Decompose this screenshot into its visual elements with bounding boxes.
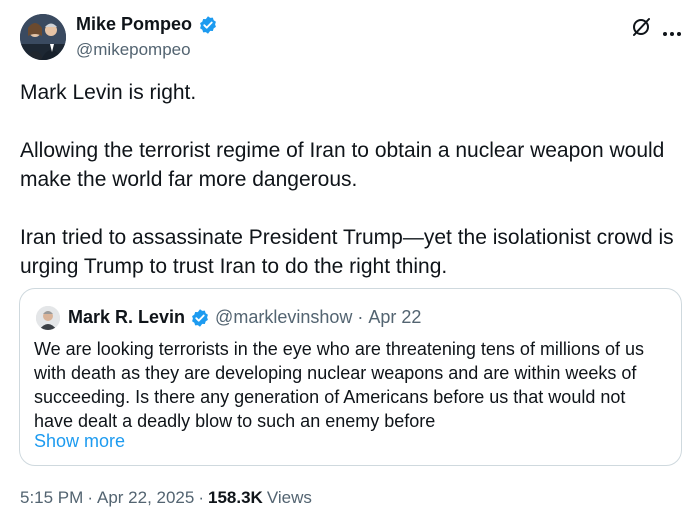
tweet-paragraph: Allowing the terrorist regime of Iran to… [20,139,665,191]
quoted-author-avatar[interactable] [36,306,60,330]
quoted-author-name[interactable]: Mark R. Levin [68,307,185,328]
grok-icon[interactable] [630,16,652,38]
quoted-tweet-date[interactable]: Apr 22 [368,307,421,328]
separator-dot: · [357,307,364,327]
quoted-tweet-text: We are looking terrorists in the eye who… [34,339,644,431]
tweet-paragraph: Iran tried to assassinate President Trum… [20,226,674,278]
author-name[interactable]: Mike Pompeo [76,14,192,35]
quoted-tweet-card[interactable]: Mark R. Levin @marklevinshow · Apr 22 We… [19,288,682,466]
author-avatar[interactable] [20,14,66,60]
tweet-date[interactable]: Apr 22, 2025 [97,488,194,508]
verified-badge-icon [198,15,218,35]
views-label[interactable]: Views [267,488,312,508]
tweet-meta: 5:15 PM · Apr 22, 2025 · 158.3K Views [20,488,312,508]
tweet-paragraph: Mark Levin is right. [20,81,197,104]
author-name-row[interactable]: Mike Pompeo [76,14,218,35]
separator-dot: · [87,488,93,507]
more-options-icon[interactable] [662,24,682,36]
tweet-time[interactable]: 5:15 PM [20,488,83,508]
author-handle[interactable]: @mikepompeo [76,40,191,60]
verified-badge-icon [190,308,210,328]
quoted-tweet-header: Mark R. Levin @marklevinshow · Apr 22 [68,307,421,328]
quoted-author-handle[interactable]: @marklevinshow [215,307,352,328]
show-more-link[interactable]: Show more [34,431,125,452]
separator-dot: · [198,488,205,507]
views-count[interactable]: 158.3K [208,488,263,508]
tweet-text: Mark Levin is right. Allowing the terror… [20,78,680,281]
